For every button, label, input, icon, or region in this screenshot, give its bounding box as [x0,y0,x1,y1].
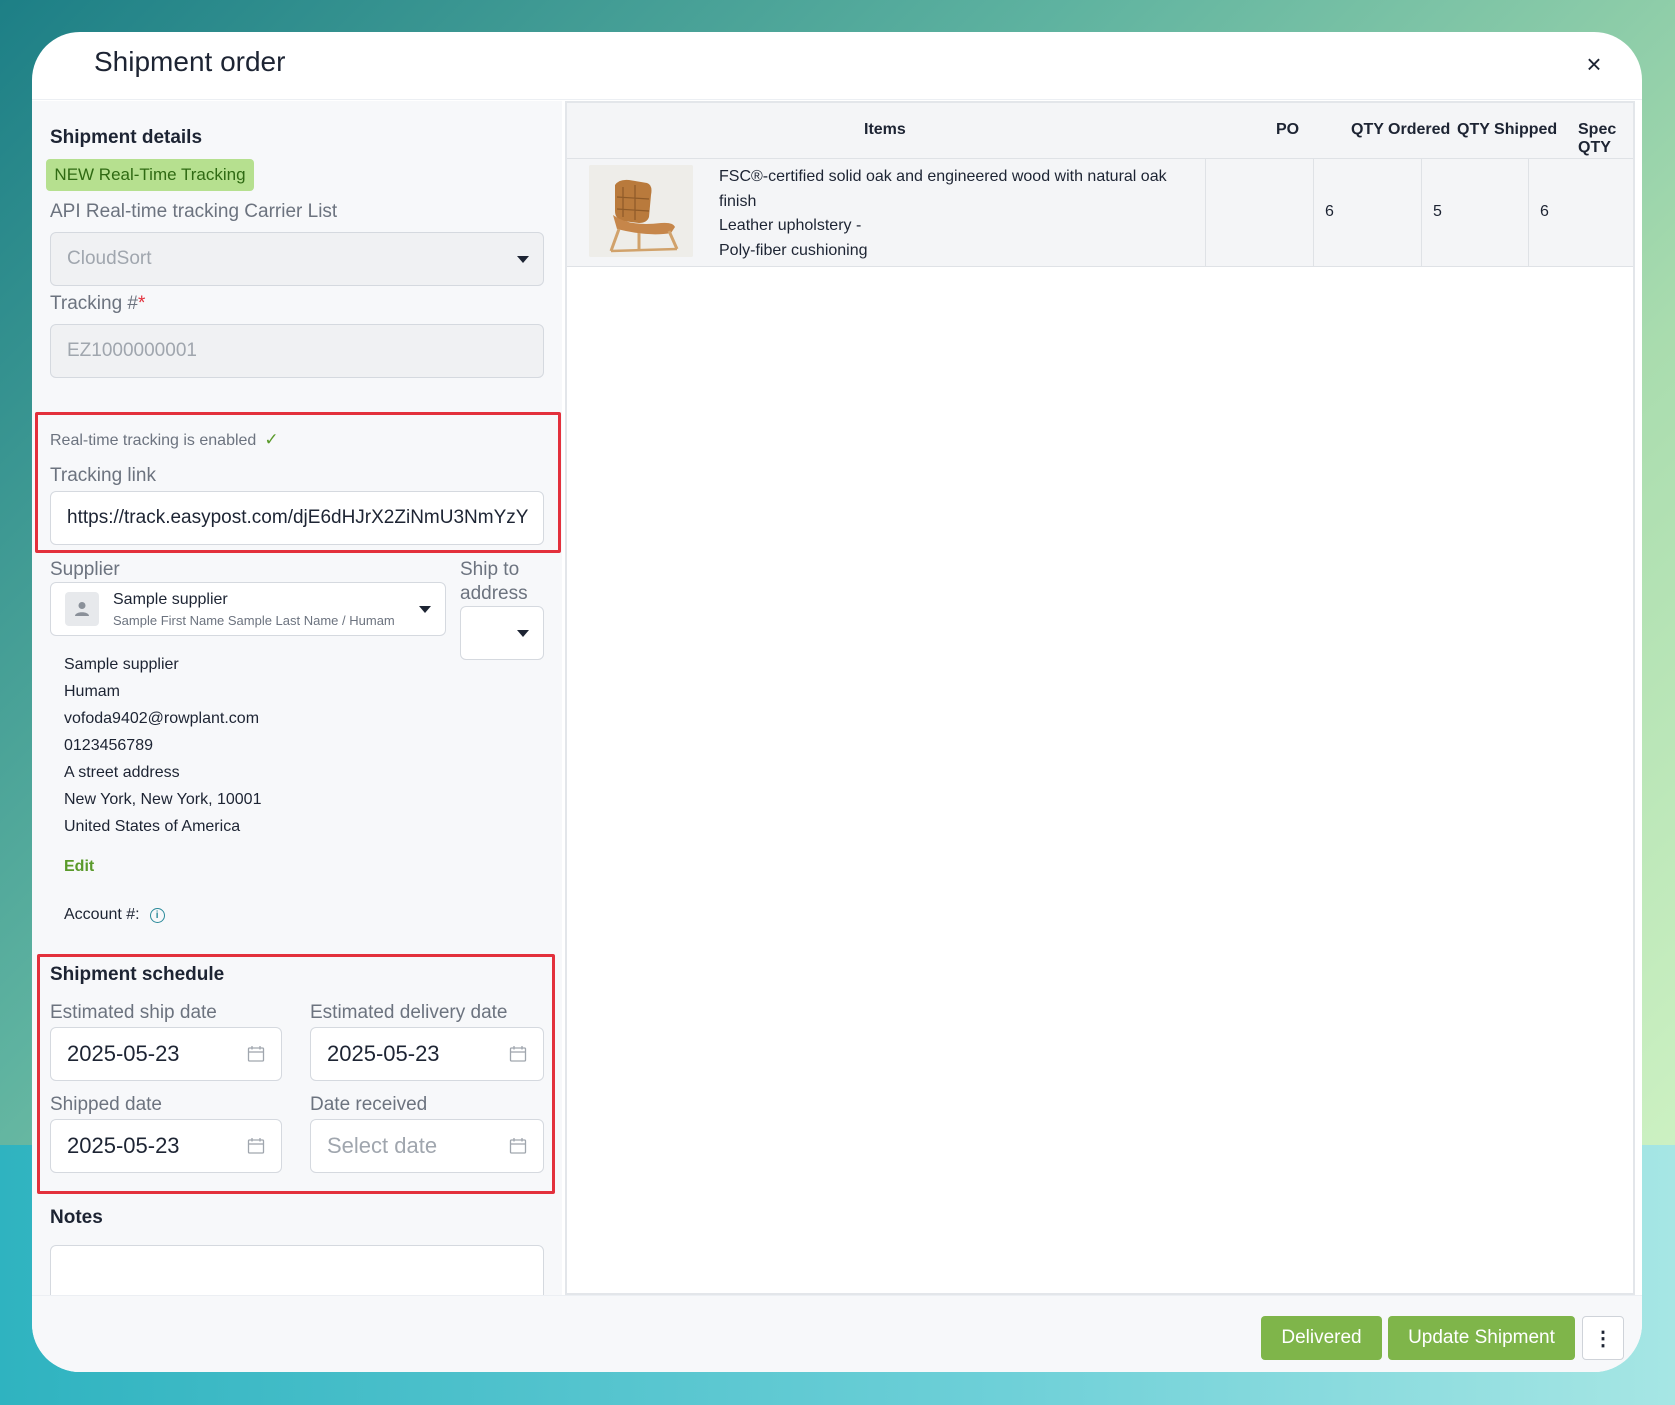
estimated-delivery-date-value: 2025-05-23 [327,1041,440,1066]
table-header: Items PO QTY Ordered QTY Shipped Spec QT… [567,103,1633,159]
carrier-list-label: API Real-time tracking Carrier List [50,201,338,222]
ship-to-label-line-1: Ship to [460,559,520,580]
item-description-line: Poly-fiber cushioning [719,241,868,259]
shipment-order-modal: Shipment order × Shipment details NEW Re… [32,32,1642,1372]
more-vertical-icon: ⋮ [1593,1327,1613,1350]
column-header-qty-ordered: QTY Ordered [1351,121,1451,138]
column-header-spec-qty: Spec QTY [1578,121,1617,156]
supplier-select[interactable]: Sample supplier Sample First Name Sample… [50,582,446,636]
address-line: vofoda9402@rowplant.com [64,710,260,727]
shipped-date-input[interactable]: 2025-05-23 [50,1119,282,1173]
close-button[interactable]: × [1576,46,1612,82]
supplier-label: Supplier [50,559,120,580]
required-mark: * [138,293,146,314]
item-thumbnail [589,165,693,257]
supplier-subtitle: Sample First Name Sample Last Name / Hum… [113,612,395,628]
supplier-select-text: Sample supplier Sample First Name Sample… [113,591,395,628]
tracking-link-input[interactable]: https://track.easypost.com/djE6dHJrX2ZiN… [50,491,544,545]
spec-qty-value: 6 [1540,203,1549,220]
chair-image [589,165,693,257]
user-icon [75,602,89,616]
tracking-number-label-text: Tracking # [50,293,138,314]
date-received-label: Date received [310,1094,428,1115]
update-shipment-button[interactable]: Update Shipment [1388,1316,1575,1360]
address-line: United States of America [64,818,241,835]
address-line: New York, New York, 10001 [64,791,262,808]
tracking-enabled-text: Real-time tracking is enabled [50,432,257,449]
ship-to-address-select[interactable] [460,606,544,660]
shipment-details-title: Shipment details [50,127,203,148]
tracking-number-label: Tracking #* [50,293,145,315]
estimated-delivery-date-label: Estimated delivery date [310,1002,508,1023]
cell-divider [1421,159,1422,266]
estimated-ship-date-value: 2025-05-23 [67,1041,180,1066]
estimated-ship-date-input[interactable]: 2025-05-23 [50,1027,282,1081]
item-description-line: FSC®-certified solid oak and engineered … [719,168,1167,210]
column-header-po: PO [1276,121,1300,138]
edit-supplier-link[interactable]: Edit [64,858,94,876]
estimated-ship-date-label: Estimated ship date [50,1002,217,1023]
calendar-icon [509,1046,527,1062]
carrier-select-value: CloudSort [67,248,152,269]
modal-title: Shipment order [94,46,286,77]
address-line: 0123456789 [64,737,153,754]
shipped-date-value: 2025-05-23 [67,1133,180,1158]
table-row[interactable]: FSC®-certified solid oak and engineered … [567,159,1633,267]
real-time-tracking-badge: NEW Real-Time Tracking [46,159,254,191]
address-line: Sample supplier [64,656,179,673]
ship-to-label-line-2: address [460,583,528,604]
calendar-icon [509,1138,527,1154]
address-line: Humam [64,683,121,700]
account-label: Account #: [64,906,140,923]
items-table: Items PO QTY Ordered QTY Shipped Spec QT… [565,101,1635,1295]
calendar-icon [247,1046,265,1062]
tracking-enabled-status: Real-time tracking is enabled ✓ [50,430,279,450]
tracking-link-value: https://track.easypost.com/djE6dHJrX2ZiN… [67,507,529,528]
carrier-select[interactable]: CloudSort [50,232,544,286]
shipment-details-panel: Shipment details NEW Real-Time Tracking … [32,101,562,1330]
tracking-number-value: EZ1000000001 [67,340,197,361]
more-options-button[interactable]: ⋮ [1582,1316,1624,1360]
column-header-items: Items [864,121,906,138]
cell-divider [1313,159,1314,266]
item-description: FSC®-certified solid oak and engineered … [719,165,1179,263]
date-received-placeholder: Select date [327,1133,438,1158]
avatar [65,592,99,626]
chevron-down-icon [419,606,431,613]
info-icon[interactable]: i [149,907,165,923]
qty-ordered-value: 6 [1325,203,1334,220]
chevron-down-icon [517,256,529,263]
shipment-schedule-title: Shipment schedule [50,964,225,985]
cell-divider [1205,159,1206,266]
close-icon: × [1586,48,1602,79]
tracking-link-label: Tracking link [50,465,156,486]
check-icon: ✓ [264,430,279,449]
account-number: Account #: i [64,906,165,924]
delivered-button[interactable]: Delivered [1261,1316,1382,1360]
address-line: A street address [64,764,180,781]
cell-divider [1528,159,1529,266]
tracking-number-input[interactable]: EZ1000000001 [50,324,544,378]
estimated-delivery-date-input[interactable]: 2025-05-23 [310,1027,544,1081]
qty-shipped-value: 5 [1433,203,1442,220]
column-header-qty-shipped: QTY Shipped [1457,121,1558,138]
item-description-line: Leather upholstery - [719,217,862,234]
calendar-icon [247,1138,265,1154]
shipped-date-label: Shipped date [50,1094,162,1115]
supplier-name: Sample supplier [113,590,228,608]
modal-header: Shipment order × [32,32,1642,100]
notes-title: Notes [50,1207,103,1228]
modal-footer: Delivered Update Shipment ⋮ [32,1295,1642,1372]
chevron-down-icon [517,630,529,637]
date-received-input[interactable]: Select date [310,1119,544,1173]
